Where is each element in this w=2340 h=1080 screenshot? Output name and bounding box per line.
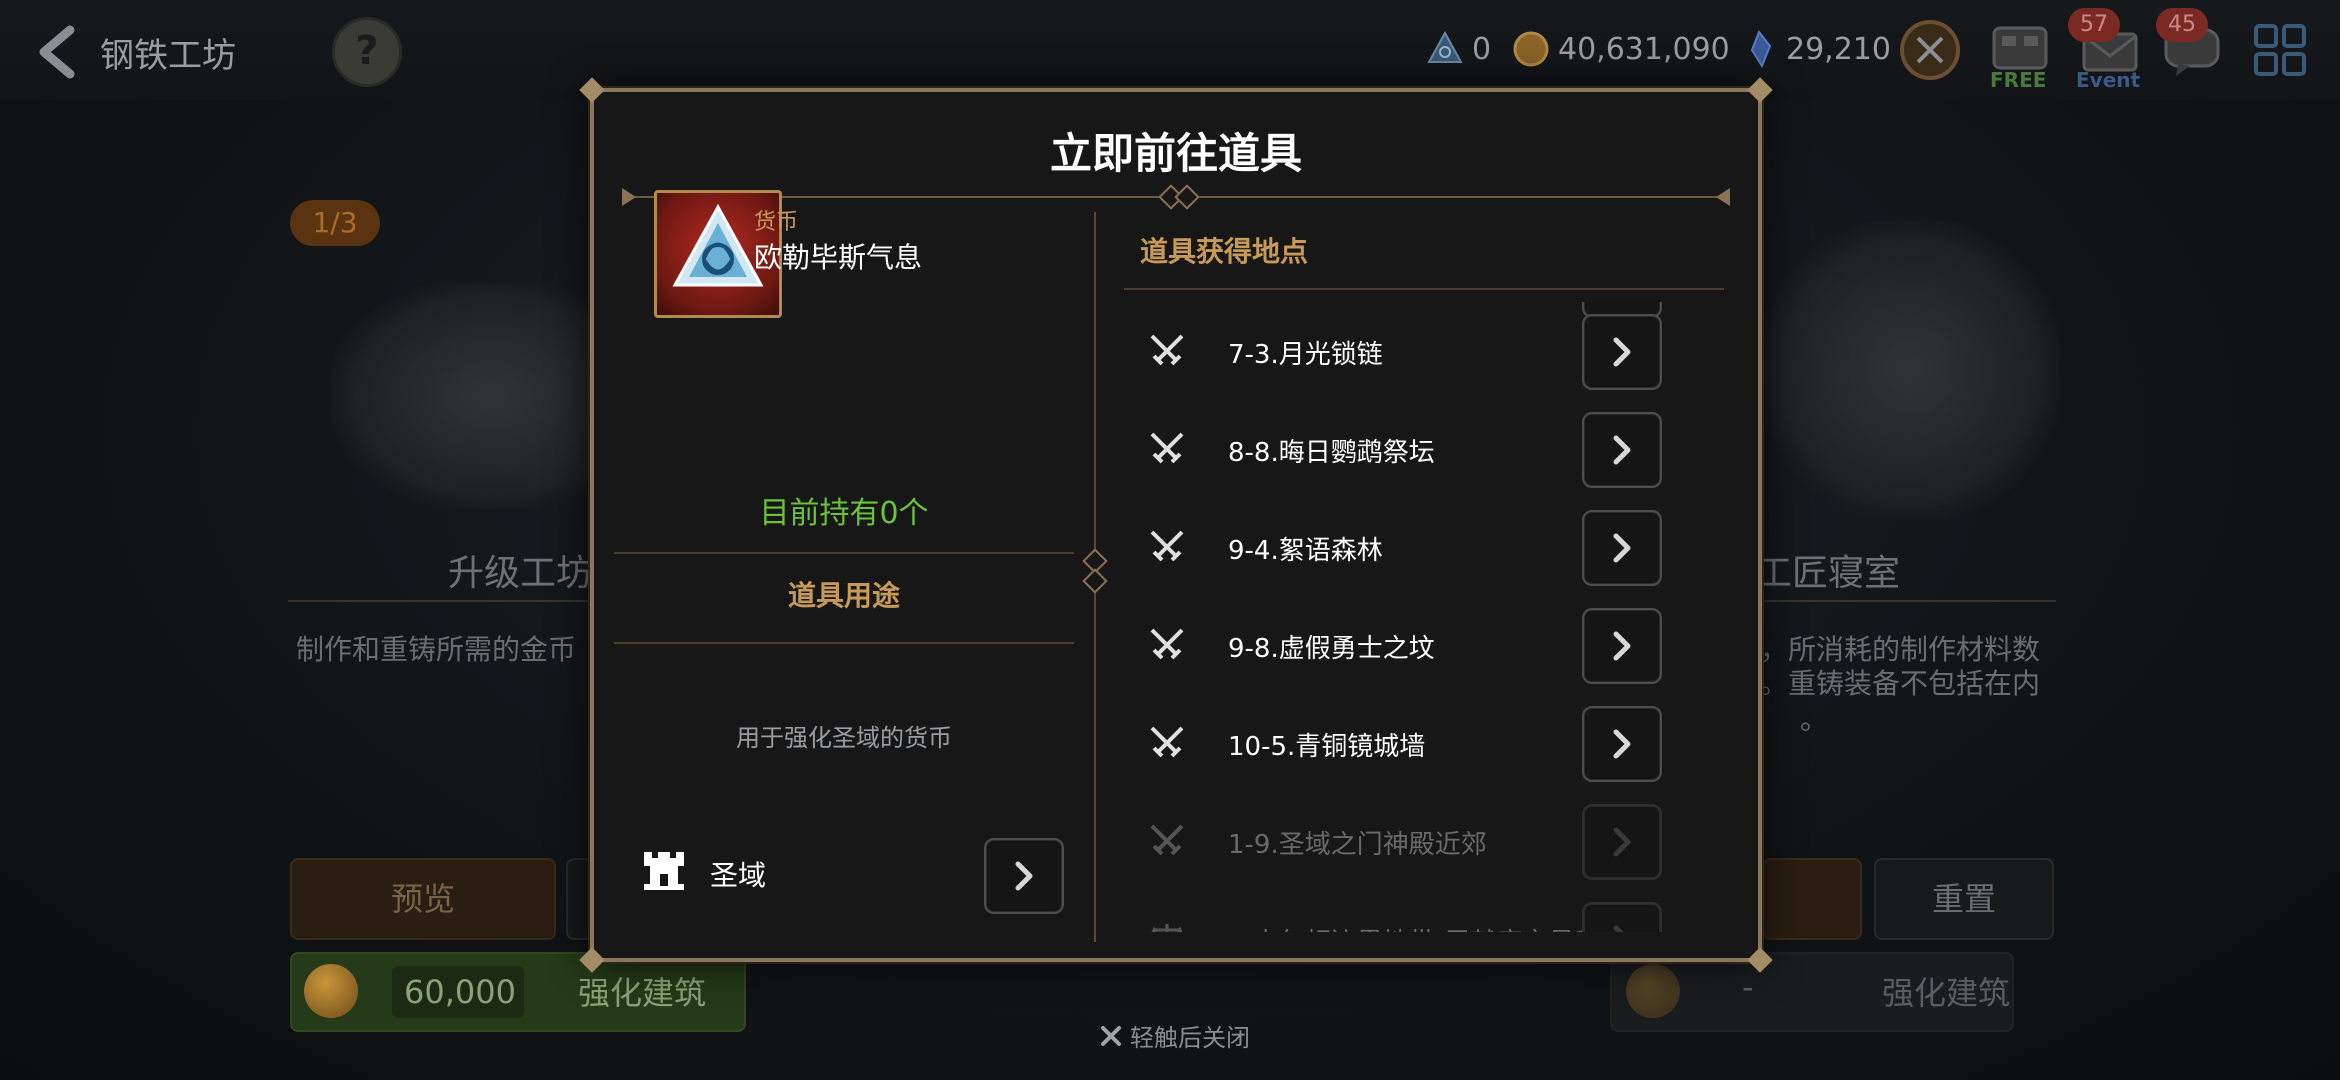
chevron-right-icon — [1613, 533, 1631, 563]
right-upgrade-cost: - — [1742, 968, 1754, 1006]
right-building-desc-1: ，所消耗的制作材料数 — [1760, 633, 2041, 666]
source-go-button[interactable] — [1582, 706, 1662, 782]
source-label: 1.吉尔顿边界地带-贡献度交易所 — [1228, 922, 1600, 932]
sources-title: 道具获得地点 — [1140, 235, 1309, 268]
crystal-icon — [1750, 30, 1772, 68]
source-row-disabled: 1-9.圣域之门神殿近郊 — [1104, 792, 1734, 890]
ornament-diamond — [1174, 184, 1200, 210]
item-name: 欧勒毕斯气息 — [754, 241, 923, 274]
source-label: 1-9.圣域之门神殿近郊 — [1228, 830, 1487, 860]
source-label: 10-5.青铜镜城墙 — [1228, 732, 1426, 762]
artisan-building-image — [1760, 220, 2060, 520]
chevron-right-icon — [1613, 435, 1631, 465]
reset-button[interactable]: 重置 — [1874, 858, 2054, 940]
gold-coin-icon — [304, 964, 358, 1018]
source-row-disabled: 1.吉尔顿边界地带-贡献度交易所 — [1104, 890, 1734, 932]
crystal-counter: 29,210 — [1740, 30, 1891, 68]
crossed-swords-icon — [1150, 432, 1184, 464]
source-label: 7-3.月光锁链 — [1228, 340, 1383, 370]
left-divider — [288, 600, 588, 602]
event-label: Event — [2076, 68, 2141, 92]
chevron-right-icon — [1613, 925, 1624, 932]
source-go-button[interactable] — [1582, 510, 1662, 586]
source-go-button-disabled — [1582, 804, 1662, 880]
gem-icon — [1427, 30, 1463, 63]
owned-count: 目前持有0个 — [759, 496, 929, 531]
source-row[interactable]: 7-3.月光锁链 — [1104, 302, 1734, 400]
usage-text: 用于强化圣域的货币 — [736, 724, 952, 752]
left-upgrade-cost: 60,000 — [392, 966, 524, 1018]
usage-title: 道具用途 — [787, 579, 900, 612]
chevron-right-icon — [1613, 729, 1631, 759]
chevron-right-icon — [1613, 631, 1631, 661]
close-icon — [1101, 1025, 1121, 1046]
chevron-right-icon — [1613, 337, 1631, 367]
chat-badge: 45 — [2156, 8, 2208, 42]
close-hint[interactable]: 轻触后关闭 — [1100, 1018, 1250, 1053]
right-building-desc-3: 。 — [1800, 703, 1829, 736]
source-label: 9-8.虚假勇士之坟 — [1228, 634, 1435, 664]
left-building-title: 升级工坊 — [448, 553, 593, 594]
free-label: FREE — [1990, 68, 2047, 92]
source-row[interactable]: 9-8.虚假勇士之坟 — [1104, 596, 1734, 694]
preview-button[interactable]: 预览 — [290, 858, 556, 940]
menu-grid-icon[interactable] — [2244, 14, 2316, 86]
chevron-right-icon — [1015, 861, 1033, 891]
right-building-title: 工匠寝室 — [1756, 553, 1901, 594]
modal-title: 立即前往道具 — [1049, 129, 1302, 178]
right-upgrade-row[interactable]: - 强化建筑 — [1610, 952, 2014, 1032]
right-divider — [1756, 600, 2056, 602]
sanctum-link-label: 圣域 — [710, 859, 767, 892]
source-label: 8-8.晦日鹦鹉祭坛 — [1228, 438, 1435, 468]
close-hint-label: 轻触后关闭 — [1130, 1024, 1250, 1052]
scales-icon — [1151, 924, 1183, 932]
battle-cycle-icon[interactable] — [1894, 14, 1966, 86]
page-counter: 1/3 — [290, 200, 380, 246]
back-arrow-icon[interactable] — [28, 22, 88, 82]
gem-value: 0 — [1472, 31, 1492, 67]
crossed-swords-icon — [1150, 628, 1184, 660]
crystal-value: 29,210 — [1786, 31, 1891, 67]
source-row[interactable]: 8-8.晦日鹦鹉祭坛 — [1104, 400, 1734, 498]
ornament-end — [622, 188, 636, 206]
castle-tower-icon — [644, 852, 684, 890]
gem-counter: 0 — [1426, 30, 1491, 68]
gold-value: 40,631,090 — [1558, 31, 1730, 67]
top-bar: 钢铁工坊 ? 0 40,631,090 29,210 FREE 57 Event… — [0, 0, 2340, 100]
left-upgrade-label: 强化建筑 — [578, 974, 707, 1012]
right-gold-button[interactable] — [1762, 858, 1862, 940]
crossed-swords-icon — [1150, 530, 1184, 562]
mail-badge: 57 — [2068, 8, 2120, 42]
source-row[interactable]: 9-4.絮语森林 — [1104, 498, 1734, 596]
help-button[interactable]: ? — [332, 17, 402, 87]
source-go-button[interactable] — [1582, 608, 1662, 684]
crossed-swords-icon — [1150, 824, 1184, 856]
source-label: 9-4.絮语森林 — [1228, 536, 1383, 566]
source-go-button-disabled — [1582, 902, 1662, 932]
sources-divider — [1124, 288, 1724, 290]
source-go-button[interactable] — [1582, 314, 1662, 390]
gold-coin-icon — [1626, 964, 1680, 1018]
right-upgrade-label: 强化建筑 — [1882, 974, 2011, 1012]
crossed-swords-icon — [1150, 726, 1184, 758]
left-building-desc: 制作和重铸所需的金币 — [296, 633, 577, 666]
left-upgrade-row[interactable]: 60,000 强化建筑 — [290, 952, 746, 1032]
crossed-swords-icon — [1150, 334, 1184, 366]
ornament-end — [1716, 188, 1730, 206]
item-shortcut-modal: 立即前往道具 货币 欧勒毕斯气息 目前持有0个 道具用途 用于强化圣域的货币 圣… — [579, 77, 1773, 973]
right-building-desc-2: 。重铸装备不包括在内 — [1760, 667, 2041, 700]
source-list[interactable]: 7-3.月光锁链 8-8.晦日鹦鹉祭坛 9-4.絮语森林 9-8.虚假勇士之坟 … — [1104, 302, 1734, 932]
chevron-right-icon — [1613, 827, 1631, 857]
item-category: 货币 — [754, 210, 799, 235]
source-row[interactable]: 10-5.青铜镜城墙 — [1104, 694, 1734, 792]
source-go-button[interactable] — [1582, 412, 1662, 488]
usage-divider-bottom — [614, 642, 1074, 644]
usage-divider-top — [614, 552, 1074, 554]
gold-coin-icon — [1513, 31, 1549, 67]
page-title: 钢铁工坊 — [100, 36, 236, 76]
gold-counter: 40,631,090 — [1512, 30, 1730, 68]
sanctum-go-button[interactable] — [984, 838, 1064, 914]
